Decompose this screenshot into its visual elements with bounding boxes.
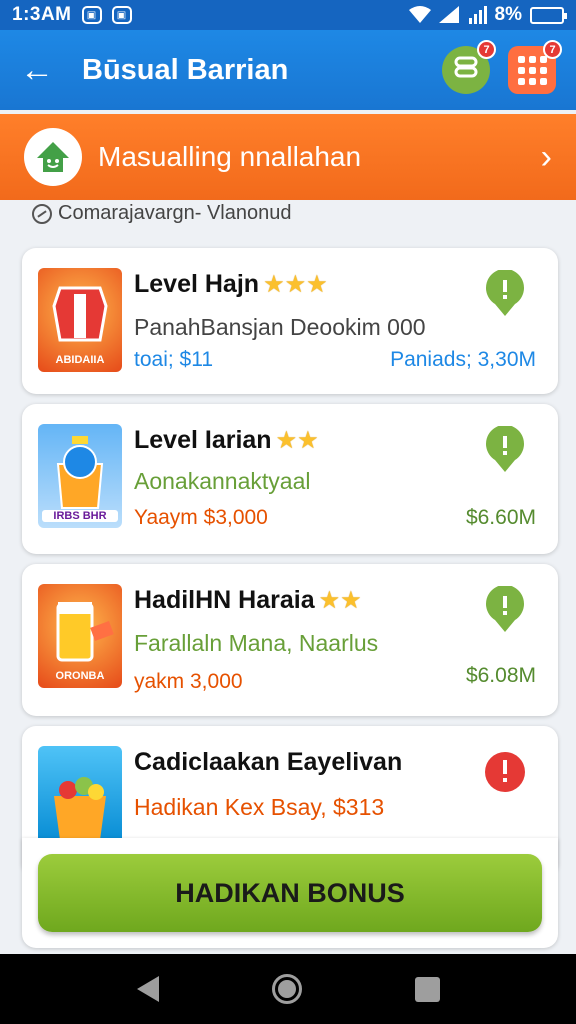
section-label-text: Comarajavargn- Vlanonud [58, 202, 292, 224]
offer-thumbnail: ABIDAIIA [38, 268, 122, 372]
wifi-icon [408, 6, 431, 23]
star-rating-icon: ★★★ [263, 271, 328, 298]
notification-badge: 7 [543, 40, 562, 59]
star-rating-icon: ★★ [318, 587, 362, 614]
battery-icon [530, 6, 567, 24]
offer-thumbnail [38, 746, 122, 850]
grid-menu-button[interactable]: 7 [508, 40, 562, 94]
arrow-left-icon[interactable]: ← [20, 51, 60, 90]
offer-card[interactable]: ORONBA HadilHN Haraia ★★ Farallaln Mana, … [22, 564, 558, 716]
card-subtitle: PanahBansjan Deookim 000 [134, 314, 426, 340]
notification-icon-2: ▣ [111, 6, 132, 24]
signal-bars-icon [468, 6, 487, 24]
offer-card[interactable]: IRBS BHR Level Iarian ★★ Aonakannaktyaal … [22, 404, 558, 554]
card-title: Level Hajn ★★★ [134, 270, 328, 298]
offer-thumbnail: ORONBA [38, 584, 122, 688]
section-label: Comarajavargn- Vlanonud [32, 202, 291, 225]
status-icons: 8% [408, 4, 567, 26]
card-price: toai; $11 [134, 348, 214, 371]
card-subtitle: Aonakannaktyaal [134, 468, 311, 494]
info-pin-icon[interactable] [484, 426, 526, 474]
card-title: HadilHN Haraia ★★ [134, 586, 362, 614]
star-rating-icon: ★★ [275, 427, 319, 454]
card-subtitle: Hadikan Kex Bsay, $313 [134, 794, 385, 820]
alert-icon[interactable] [484, 750, 526, 798]
info-pin-icon[interactable] [484, 586, 526, 634]
chevron-right-icon: › [540, 137, 552, 176]
app-bar: ← Būsual Barrian 7 7 [0, 30, 576, 110]
card-price: yakm 3,000 [134, 670, 243, 693]
signal-icon [438, 6, 459, 23]
nav-home-icon[interactable] [271, 974, 302, 1004]
compass-icon [32, 203, 52, 224]
home-icon [24, 128, 82, 186]
battery-percent: 8% [494, 4, 522, 25]
card-title: Cadiclaakan Eayelivan [134, 748, 403, 776]
notification-icon: ▣ [81, 6, 102, 24]
status-bar: 1:3AM ▣ ▣ 8% [0, 0, 576, 30]
system-nav-bar [0, 954, 576, 1024]
thumbnail-caption: ORONBA [55, 670, 105, 682]
card-price: Yaaym $3,000 [134, 506, 268, 529]
notification-badge: 7 [477, 40, 496, 59]
card-title: Level Iarian ★★ [134, 426, 319, 454]
nav-back-icon[interactable] [136, 976, 159, 1002]
nav-recents-icon[interactable] [414, 976, 440, 1002]
status-time: 1:3AM [12, 4, 72, 25]
offer-card[interactable]: ABIDAIIA Level Hajn ★★★ PanahBansjan Deoo… [22, 248, 558, 394]
info-pin-icon[interactable] [484, 270, 526, 318]
card-amount: $6.60M [465, 506, 536, 529]
chat-button[interactable]: 7 [442, 40, 496, 94]
banner-text: Masualling nnallahan [98, 141, 362, 172]
promo-banner[interactable]: Masualling nnallahan › [0, 114, 576, 200]
thumbnail-caption: ABIDAIIA [55, 354, 105, 366]
page-title: Būsual Barrian [82, 53, 289, 86]
claim-bonus-button[interactable]: HADIKAN BONUS [38, 854, 542, 932]
card-subtitle: Farallaln Mana, Naarlus [134, 630, 379, 656]
chat-icon [453, 54, 479, 86]
card-amount: $6.08M [465, 664, 536, 687]
card-amount: Paniads; 3,30M [390, 348, 536, 371]
thumbnail-caption: IRBS BHR [42, 510, 118, 522]
offer-thumbnail: IRBS BHR [38, 424, 122, 528]
